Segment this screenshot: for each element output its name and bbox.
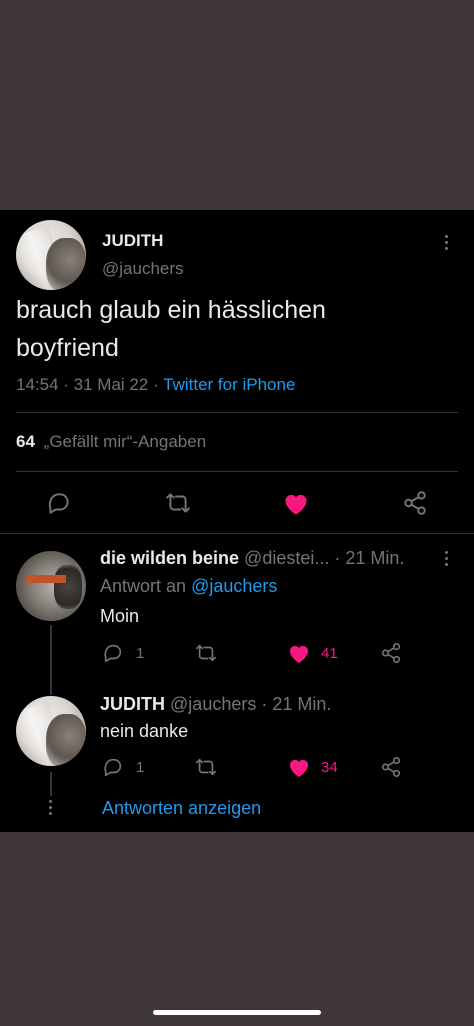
reply-handle[interactable]: @diestei... xyxy=(244,548,329,568)
reply-to-line: Antwort an @jauchers xyxy=(100,576,277,597)
reply-reply-button[interactable]: 1 xyxy=(102,756,144,778)
retweet-icon xyxy=(166,493,190,513)
author-avatar[interactable] xyxy=(16,220,86,290)
more-options-icon[interactable] xyxy=(445,551,449,569)
thread-line xyxy=(50,772,52,796)
tweet-source-link[interactable]: Twitter for iPhone xyxy=(163,375,295,394)
divider xyxy=(16,412,458,413)
reply-count: 1 xyxy=(136,758,145,776)
reply-button[interactable] xyxy=(46,490,72,516)
reply-share-button[interactable] xyxy=(380,642,402,664)
heart-filled-icon xyxy=(285,494,307,515)
home-indicator xyxy=(153,1010,321,1015)
reply-retweet-button[interactable] xyxy=(194,756,218,778)
reply-reply-button[interactable]: 1 xyxy=(102,642,144,664)
thread-line xyxy=(50,625,52,695)
retweet-icon xyxy=(196,644,216,662)
tweet-text-line-2: boyfriend xyxy=(16,334,119,362)
reply-share-button[interactable] xyxy=(380,756,402,778)
author-handle[interactable]: @jauchers xyxy=(102,259,184,279)
like-button[interactable] xyxy=(282,490,310,516)
share-icon xyxy=(381,643,401,663)
reply-retweet-button[interactable] xyxy=(194,642,218,664)
likes-count: 64 xyxy=(16,432,35,451)
reply-text: Moin xyxy=(100,606,140,626)
show-replies-link[interactable]: Antworten anzeigen xyxy=(102,798,261,819)
likes-summary[interactable]: 64 „Gefällt mir“-Angaben xyxy=(16,432,206,452)
reply-like-button[interactable]: 34 xyxy=(287,756,338,778)
reply-display-name[interactable]: JUDITH xyxy=(100,694,165,714)
reply-count: 1 xyxy=(136,644,145,662)
reply-icon xyxy=(48,493,69,514)
like-count: 34 xyxy=(321,758,338,776)
retweet-button[interactable] xyxy=(164,490,192,516)
heart-filled-icon xyxy=(290,760,308,777)
reply-to-handle[interactable]: @jauchers xyxy=(191,576,277,596)
tweet-text-line-1: brauch glaub ein hässlichen xyxy=(16,296,326,324)
tweet-thread-card: JUDITH @jauchers brauch glaub ein hässli… xyxy=(0,210,474,832)
heart-filled-icon xyxy=(290,646,308,663)
tweet-timestamp[interactable]: 14:54 · 31 Mai 22 · xyxy=(16,375,159,394)
reply-header: JUDITH @jauchers · 21 Min. xyxy=(100,694,331,715)
reply-to-prefix: Antwort an xyxy=(100,576,187,596)
thread-continuation-icon xyxy=(49,800,53,818)
reply-text: nein danke xyxy=(100,721,189,741)
reply-display-name[interactable]: die wilden beine xyxy=(100,548,239,568)
reply-handle[interactable]: @jauchers xyxy=(170,694,256,714)
reply-icon xyxy=(104,644,122,663)
share-icon xyxy=(381,757,401,777)
reply-time[interactable]: · 21 Min. xyxy=(334,548,404,568)
likes-label: „Gefällt mir“-Angaben xyxy=(43,432,207,451)
reply-avatar[interactable] xyxy=(16,696,86,766)
reply-like-button[interactable]: 41 xyxy=(287,642,338,664)
reply-header: die wilden beine @diestei... · 21 Min. xyxy=(100,548,404,569)
reply-avatar[interactable] xyxy=(16,551,86,621)
author-display-name[interactable]: JUDITH xyxy=(102,231,163,251)
retweet-icon xyxy=(196,758,216,776)
more-options-icon[interactable] xyxy=(445,235,449,253)
like-count: 41 xyxy=(321,644,338,662)
share-button[interactable] xyxy=(402,490,428,516)
reply-icon xyxy=(104,758,122,777)
tweet-meta: 14:54 · 31 Mai 22 · Twitter for iPhone xyxy=(16,375,295,395)
share-icon xyxy=(404,491,426,515)
divider xyxy=(0,533,474,534)
divider xyxy=(16,471,458,472)
reply-time[interactable]: · 21 Min. xyxy=(261,694,331,714)
